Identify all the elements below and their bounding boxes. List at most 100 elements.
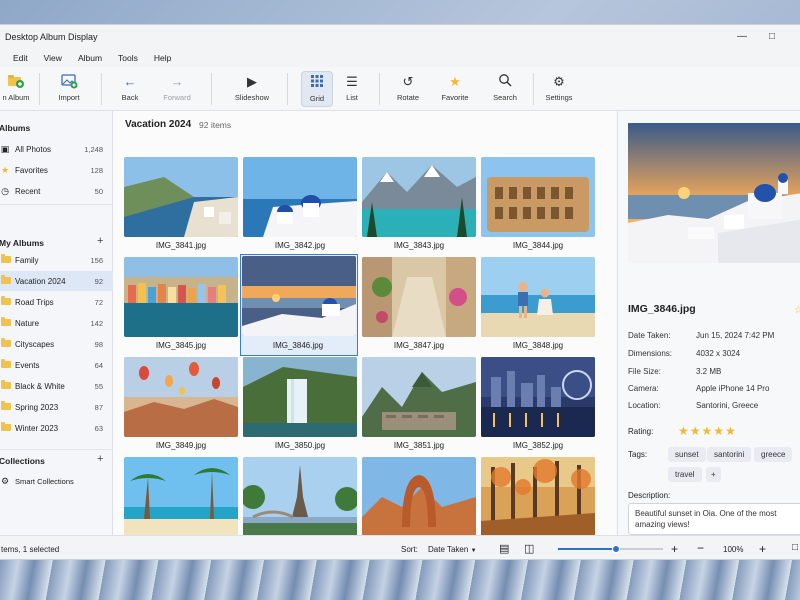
tag-chip[interactable]: santorini: [707, 447, 752, 462]
thumbnail-caption: IMG_3850.jpg: [274, 441, 326, 450]
favorite-button[interactable]: ★ Favorite: [439, 71, 471, 107]
sidebar-item-album[interactable]: Winter 2023 63: [0, 418, 113, 438]
sort-dropdown[interactable]: Date Taken ▼: [428, 545, 477, 554]
sidebar-item-album[interactable]: Family 156: [0, 250, 113, 270]
albums-heading: Albums: [0, 123, 31, 133]
thumbnail-image: [362, 157, 476, 237]
sidebar-item-album[interactable]: Spring 2023 87: [0, 397, 113, 417]
rating-stars[interactable]: ★★★★★: [678, 424, 737, 438]
thumbnail-caption: IMG_3852.jpg: [512, 441, 564, 450]
fit-icon[interactable]: □: [792, 542, 798, 553]
tag-chip[interactable]: sunset: [668, 447, 706, 462]
sidebar-item-all-photos[interactable]: ▣ All Photos 1,248: [0, 139, 113, 159]
toolbar-separator: [533, 73, 534, 105]
tag-chip[interactable]: greece: [754, 447, 793, 462]
sidebar-item-smart-collections[interactable]: ⚙ Smart Collections: [0, 471, 113, 491]
grid-icon: [302, 74, 332, 92]
thumbnail-caption: IMG_3847.jpg: [393, 341, 445, 350]
settings-button[interactable]: ⚙ Settings: [543, 71, 575, 107]
description-field[interactable]: Beautiful sunset in Oia. One of the most…: [628, 503, 800, 535]
sidebar-item-favorites[interactable]: ★ Favorites 128: [0, 160, 113, 180]
menu-help[interactable]: Help: [154, 53, 171, 63]
sidebar-divider: [0, 204, 113, 205]
photo-thumbnail[interactable]: IMG_3847.jpg: [362, 257, 482, 355]
thumbnail-caption: IMG_3841.jpg: [155, 241, 207, 250]
minimize-button[interactable]: —: [735, 30, 749, 44]
desktop-wallpaper: [0, 560, 800, 600]
back-button[interactable]: ← Back: [113, 71, 147, 107]
sidebar-item-recent[interactable]: ◷ Recent 50: [0, 181, 113, 201]
toolbar: n Album Import ← Back → Forward ▶ Slides…: [0, 67, 800, 111]
menu-tools[interactable]: Tools: [118, 53, 138, 63]
toolbar-separator: [101, 73, 102, 105]
zoom-slider-handle[interactable]: [611, 545, 620, 553]
zoom-slider[interactable]: [558, 545, 663, 553]
thumbnail-image: [481, 157, 595, 237]
zoom-in-plus-icon[interactable]: +: [671, 542, 678, 556]
photo-grid-area: Vacation 2024 92 items IMG_3841.jpg IMG_3…: [114, 111, 616, 550]
zoom-slider-fill: [558, 548, 616, 550]
thumbnail-caption: IMG_3845.jpg: [155, 341, 207, 350]
tags-label: Tags:: [628, 450, 648, 459]
rotate-icon: ↺: [402, 74, 414, 89]
thumbnail-image: [481, 457, 595, 537]
zoom-level: 100%: [723, 545, 744, 554]
add-tag-button[interactable]: +: [706, 467, 721, 482]
favorite-star-icon[interactable]: ☆: [794, 305, 800, 316]
add-collection-plus-icon[interactable]: +: [97, 453, 103, 465]
menu-view[interactable]: View: [44, 53, 62, 63]
menu-edit[interactable]: Edit: [13, 53, 28, 63]
new-album-button[interactable]: n Album: [0, 71, 33, 107]
tag-chip[interactable]: travel: [668, 467, 702, 482]
add-album-plus-icon[interactable]: +: [97, 235, 103, 247]
detail-camera: Camera: Apple iPhone 14 Pro: [628, 384, 770, 393]
folder-icon: [0, 317, 11, 328]
photo-thumbnail[interactable]: IMG_3846.jpg: [240, 254, 358, 356]
rating-row: Rating: ★★★★★: [628, 424, 737, 438]
forward-button[interactable]: → Forward: [159, 71, 195, 107]
sidebar-item-album[interactable]: Black & White 55: [0, 376, 113, 396]
toolbar-separator: [211, 73, 212, 105]
grid-view-button[interactable]: Grid: [301, 71, 333, 107]
thumbnail-caption: IMG_3843.jpg: [393, 241, 445, 250]
sidebar-item-album[interactable]: Road Trips 72: [0, 292, 113, 312]
thumbnail-caption: IMG_3844.jpg: [512, 241, 564, 250]
thumbnail-image: [362, 457, 476, 537]
slideshow-button[interactable]: ▶ Slideshow: [231, 71, 273, 107]
thumbnail-image: [362, 257, 476, 337]
details-panel: IMG_3846.jpg ☆ Date Taken:Jun 15, 2024 7…: [617, 111, 800, 535]
sidebar-item-album[interactable]: Nature 142: [0, 313, 113, 333]
zoom-plus-icon[interactable]: +: [759, 542, 766, 556]
import-button[interactable]: Import: [51, 71, 87, 107]
photo-thumbnail[interactable]: IMG_3842.jpg: [243, 157, 363, 255]
layout-rows-icon[interactable]: ▤: [499, 542, 509, 555]
gear-icon: ⚙: [553, 74, 565, 89]
photo-thumbnail[interactable]: IMG_3851.jpg: [362, 357, 482, 455]
zoom-out-minus-icon[interactable]: −: [697, 541, 704, 555]
app-window: Desktop Album Display — □ Edit View Albu…: [0, 24, 800, 560]
photo-thumbnail[interactable]: IMG_3849.jpg: [124, 357, 244, 455]
photo-thumbnail[interactable]: IMG_3845.jpg: [124, 257, 244, 355]
sidebar-item-album[interactable]: Vacation 2024 92: [0, 271, 113, 291]
photo-thumbnail[interactable]: IMG_3844.jpg: [481, 157, 601, 255]
thumbnail-image: [124, 357, 238, 437]
photo-thumbnail[interactable]: IMG_3852.jpg: [481, 357, 601, 455]
thumbnail-caption: IMG_3842.jpg: [274, 241, 326, 250]
my-albums-heading: My Albums: [0, 238, 45, 248]
photo-thumbnail[interactable]: IMG_3841.jpg: [124, 157, 244, 255]
list-view-button[interactable]: ☰ List: [339, 71, 365, 107]
sidebar-item-album[interactable]: Events 64: [0, 355, 113, 375]
menu-album[interactable]: Album: [78, 53, 102, 63]
layout-columns-icon[interactable]: ◫: [524, 542, 534, 555]
thumbnail-image: [242, 256, 356, 336]
sidebar-item-album[interactable]: Cityscapes 98: [0, 334, 113, 354]
folder-icon: [0, 359, 11, 370]
photo-preview: [628, 123, 800, 263]
rotate-button[interactable]: ↺ Rotate: [393, 71, 423, 107]
maximize-button[interactable]: □: [765, 30, 779, 44]
search-button[interactable]: Search: [489, 71, 521, 107]
photo-thumbnail[interactable]: IMG_3850.jpg: [243, 357, 363, 455]
photo-thumbnail[interactable]: IMG_3843.jpg: [362, 157, 482, 255]
folder-icon: [0, 380, 11, 391]
photo-thumbnail[interactable]: IMG_3848.jpg: [481, 257, 601, 355]
